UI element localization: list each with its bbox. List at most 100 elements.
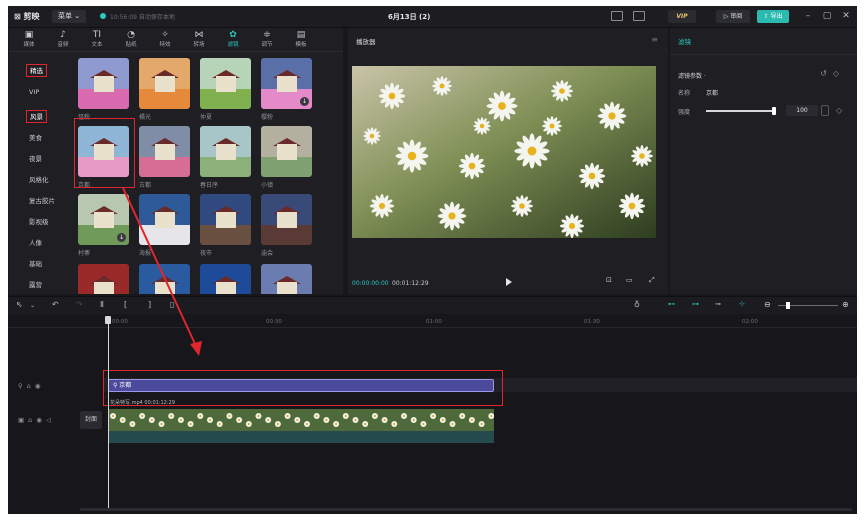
playhead-handle[interactable] — [105, 316, 111, 324]
strength-label: 强度 — [678, 109, 691, 116]
thumb-building — [277, 144, 297, 160]
filter-thumbnail[interactable] — [261, 126, 312, 177]
vip-badge[interactable]: VIP — [668, 10, 696, 23]
play-icon[interactable] — [506, 278, 512, 286]
filter-label: 庙会 — [261, 250, 274, 257]
app-window: ⊠ 剪映 菜单 ⌄ 10:56:09 自动保存本地 6月13日 (2) VIP … — [8, 6, 857, 514]
tab-transition[interactable]: ⋈ 转场 — [185, 30, 213, 52]
filter-label: 古都 — [139, 182, 152, 189]
filter-thumbnail[interactable] — [261, 264, 312, 294]
category-camping[interactable]: 露营 — [26, 279, 45, 292]
tab-audio[interactable]: ♪ 音频 — [49, 30, 77, 52]
filter-category-list: 精选 VIP 风景 美食 夜景 风格化 复古胶片 影视级 人像 基础 露营 — [9, 54, 71, 294]
text-icon: TI — [92, 30, 102, 40]
undo-icon[interactable]: ↶ — [52, 300, 59, 309]
filter-thumbnail[interactable] — [261, 194, 312, 245]
download-icon[interactable]: ↓ — [117, 233, 126, 242]
filter-label: 夜市 — [200, 250, 213, 257]
filter-thumbnail[interactable] — [200, 194, 251, 245]
link-icon[interactable]: ⊸ — [715, 300, 721, 308]
category-scenery[interactable]: 风景 — [26, 110, 47, 123]
filter-thumbnail[interactable]: ↓ — [261, 58, 312, 109]
video-track-controls[interactable]: ▣⌂◉◁ — [18, 416, 55, 424]
thumb-building — [277, 212, 297, 228]
tab-adjust[interactable]: ≑ 调节 — [253, 30, 281, 52]
video-clip[interactable] — [108, 409, 494, 431]
effects-icon: ✧ — [161, 30, 169, 40]
category-retro-film[interactable]: 复古胶片 — [26, 195, 58, 208]
keyframe-icon[interactable]: ◇ — [836, 106, 842, 115]
player-menu-icon[interactable]: ≡ — [651, 35, 658, 44]
preview-axis-icon[interactable]: ⊹ — [739, 300, 745, 308]
document-title: 6月13日 (2) — [388, 13, 431, 21]
category-featured[interactable]: 精选 — [26, 64, 47, 77]
fullscreen-detect-icon[interactable]: ⊡ — [606, 276, 612, 284]
template-icon: ▤ — [296, 30, 306, 40]
zoom-out-icon[interactable]: ⊖ — [764, 300, 771, 309]
strength-stepper[interactable] — [821, 105, 829, 116]
filter-thumbnail[interactable] — [78, 58, 129, 109]
tab-text[interactable]: TI 文本 — [83, 30, 111, 52]
ratio-icon[interactable]: ▭ — [626, 276, 633, 284]
expand-icon[interactable]: ⤢ — [649, 276, 655, 285]
close-button[interactable]: ✕ — [840, 10, 852, 23]
delete-right-icon[interactable]: ] — [148, 300, 151, 309]
filter-thumbnail[interactable] — [139, 58, 190, 109]
name-label: 名称 — [678, 90, 691, 97]
ruler-tick: 01:00 — [426, 319, 442, 325]
menu-button[interactable]: 菜单 ⌄ — [52, 10, 87, 23]
ruler-tick: 00:00 — [112, 319, 128, 325]
strength-slider-handle[interactable] — [772, 107, 776, 115]
filter-thumbnail[interactable] — [139, 194, 190, 245]
tab-filter[interactable]: ✿ 滤镜 — [219, 30, 247, 52]
props-tab-filter[interactable]: 滤镜 — [678, 36, 691, 46]
filter-thumbnail[interactable] — [200, 58, 251, 109]
filter-track-controls[interactable]: ⚲⌂◉ — [18, 382, 45, 390]
split-icon[interactable]: Ⅱ — [100, 300, 104, 309]
keyboard-icon[interactable] — [611, 11, 623, 21]
download-icon[interactable]: ↓ — [300, 97, 309, 106]
strength-input[interactable]: 100 — [786, 105, 818, 116]
auto-snap-icon[interactable]: ⊶ — [692, 300, 699, 308]
zoom-in-icon[interactable]: ⊕ — [842, 300, 849, 309]
filter-thumbnail[interactable]: ↓ — [78, 194, 129, 245]
tab-media[interactable]: ▣ 媒体 — [15, 30, 43, 52]
filter-thumbnail[interactable] — [139, 126, 190, 177]
reset-keyframe-icons[interactable]: ↺◇ — [820, 69, 845, 78]
filter-thumbnail[interactable] — [200, 126, 251, 177]
category-basic[interactable]: 基础 — [26, 258, 45, 271]
export-button[interactable]: ⇧ 导出 — [757, 10, 789, 23]
select-tool-icon[interactable]: ⇖ — [16, 300, 23, 309]
tab-effects[interactable]: ✧ 特效 — [151, 30, 179, 52]
zoom-slider-handle[interactable] — [786, 302, 790, 309]
maximize-button[interactable]: ▢ — [821, 10, 833, 23]
ruler-tick: 00:30 — [266, 319, 282, 325]
category-portrait[interactable]: 人像 — [26, 237, 45, 250]
minimize-button[interactable]: – — [802, 10, 814, 23]
category-food[interactable]: 美食 — [26, 132, 45, 145]
tab-template[interactable]: ▤ 模板 — [287, 30, 315, 52]
layout-icon[interactable] — [633, 11, 645, 21]
filter-thumbnail[interactable] — [139, 264, 190, 294]
select-dropdown-icon[interactable]: ⌄ — [30, 302, 35, 309]
category-night[interactable]: 夜景 — [26, 153, 45, 166]
tab-sticker[interactable]: ◔ 贴纸 — [117, 30, 145, 52]
record-audio-icon[interactable]: ♁ — [634, 300, 640, 309]
delete-left-icon[interactable]: [ — [124, 300, 127, 309]
cover-button[interactable]: 封面 — [80, 411, 102, 429]
playhead[interactable] — [108, 317, 109, 511]
time-ruler[interactable]: 00:00 00:30 01:00 01:30 02:00 — [8, 314, 857, 328]
timeline-scrollbar[interactable] — [80, 508, 852, 511]
main-track-magnet-icon[interactable]: ⊷ — [668, 300, 675, 308]
category-stylized[interactable]: 风格化 — [26, 174, 52, 187]
category-cinematic[interactable]: 影视级 — [26, 216, 52, 229]
ruler-tick: 01:30 — [584, 319, 600, 325]
filter-thumbnail[interactable] — [78, 264, 129, 294]
review-button[interactable]: ▷ 审阅 — [716, 10, 750, 23]
filter-thumbnail[interactable] — [200, 264, 251, 294]
thumb-building — [216, 76, 236, 92]
category-vip[interactable]: VIP — [26, 86, 42, 99]
video-preview — [352, 66, 656, 238]
strength-slider[interactable] — [706, 110, 774, 112]
delete-icon[interactable]: ▯ — [170, 300, 174, 309]
